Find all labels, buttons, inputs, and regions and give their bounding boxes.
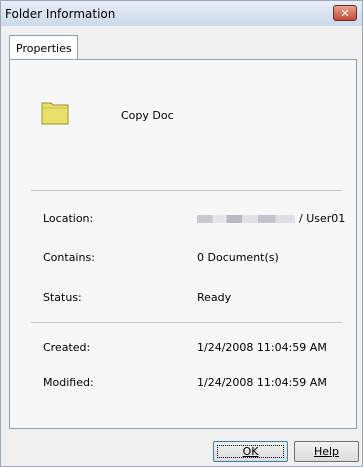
status-value: Ready — [197, 291, 232, 304]
divider — [31, 322, 342, 323]
folder-icon — [41, 102, 69, 125]
redacted-path — [197, 215, 295, 223]
location-label: Location: — [43, 212, 94, 225]
divider — [31, 190, 342, 191]
help-button-label: Help — [313, 445, 340, 458]
close-button[interactable]: ✕ — [333, 5, 357, 21]
properties-panel: Copy Doc Location: / User01 Contains: 0 … — [9, 59, 357, 429]
modified-value: 1/24/2008 11:04:59 AM — [197, 376, 327, 389]
close-icon: ✕ — [340, 7, 350, 20]
title-bar[interactable]: Folder Information ✕ — [1, 1, 362, 26]
folder-information-dialog: Folder Information ✕ Properties Copy Doc… — [0, 0, 363, 467]
modified-label: Modified: — [43, 376, 94, 389]
created-label: Created: — [43, 341, 91, 354]
ok-button[interactable]: OK — [213, 441, 288, 462]
focus-rectangle — [217, 445, 284, 458]
contains-label: Contains: — [43, 251, 95, 264]
location-value: / User01 — [197, 212, 345, 225]
help-button[interactable]: Help — [294, 441, 359, 462]
contains-value: 0 Document(s) — [197, 251, 279, 264]
tab-properties-label: Properties — [16, 42, 72, 55]
created-value: 1/24/2008 11:04:59 AM — [197, 341, 327, 354]
folder-name: Copy Doc — [121, 109, 174, 122]
status-label: Status: — [43, 291, 82, 304]
tab-properties[interactable]: Properties — [9, 35, 78, 59]
window-title: Folder Information — [5, 7, 116, 21]
